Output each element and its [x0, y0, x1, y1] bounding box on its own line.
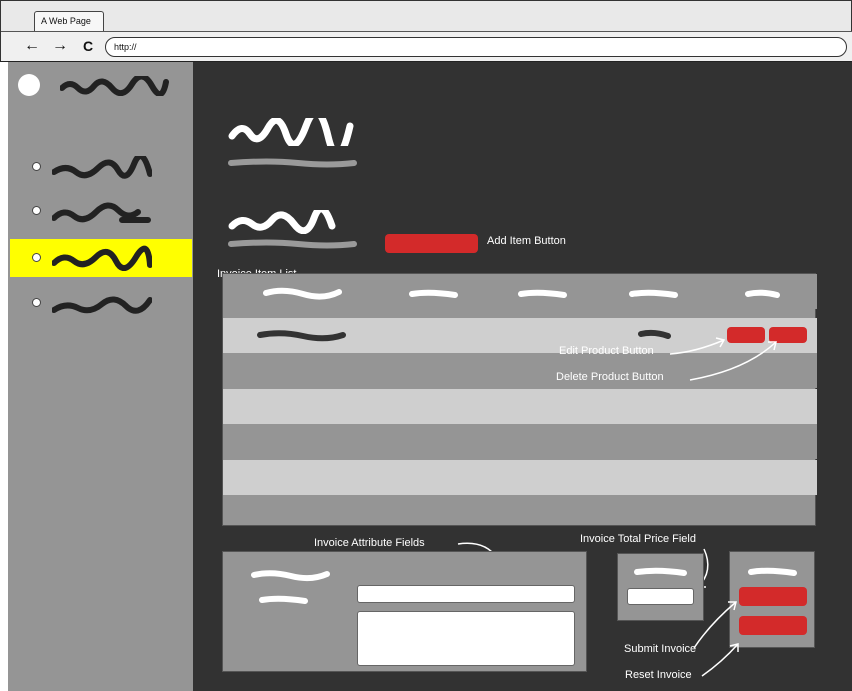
sidebar-item-4[interactable]	[10, 284, 192, 322]
annotation-arrows	[693, 601, 739, 677]
edit-product-button-annotation: Edit Product Button	[559, 345, 654, 357]
invoice-attribute-textarea[interactable]	[357, 611, 575, 666]
table-row[interactable]	[223, 460, 817, 495]
sidebar-item-label-scribble	[52, 296, 152, 314]
forward-arrow-icon[interactable]: →	[51, 36, 69, 56]
app-name-scribble	[60, 76, 169, 96]
reload-icon[interactable]: C	[79, 36, 97, 56]
sidebar-item-3[interactable]	[10, 239, 192, 277]
bullet-icon	[32, 253, 41, 262]
table-row[interactable]	[223, 424, 817, 459]
bullet-icon	[32, 206, 41, 215]
invoice-item-table	[222, 273, 817, 526]
browser-tab[interactable]: A Web Page	[34, 11, 104, 31]
sidebar-item-label-scribble	[52, 202, 151, 223]
section-heading-scribble	[228, 210, 336, 234]
invoice-attribute-panel	[222, 551, 587, 672]
column-header-scribble	[263, 287, 342, 300]
cell-scribble	[257, 330, 346, 342]
column-header-scribble	[518, 289, 567, 298]
reset-invoice-button[interactable]	[739, 616, 807, 635]
field-label-scribble	[634, 567, 687, 576]
submit-invoice-annotation: Submit Invoice	[624, 643, 697, 655]
logo-circle-icon	[18, 74, 40, 96]
sidebar-item-label-scribble	[52, 245, 152, 271]
table-row[interactable]	[223, 389, 817, 424]
submit-invoice-button[interactable]	[739, 587, 807, 606]
page-subtitle-scribble	[228, 158, 357, 168]
table-header-row	[223, 274, 817, 309]
column-header-scribble	[745, 289, 780, 298]
column-header-scribble	[629, 289, 678, 298]
address-bar[interactable]: http://	[105, 37, 847, 57]
sidebar-item-label-scribble	[52, 156, 152, 179]
back-arrow-icon[interactable]: ←	[23, 36, 41, 56]
annotation-arrows	[669, 337, 777, 381]
delete-product-button-annotation: Delete Product Button	[556, 371, 664, 383]
field-label-scribble	[259, 595, 308, 604]
reset-invoice-annotation: Reset Invoice	[625, 669, 692, 681]
sidebar-item-1[interactable]	[10, 148, 192, 186]
add-item-button-annotation: Add Item Button	[487, 235, 566, 247]
invoice-total-price-field-annotation: Invoice Total Price Field	[580, 533, 696, 545]
page-title-scribble	[228, 118, 354, 146]
invoice-total-price-field[interactable]	[627, 588, 694, 605]
field-label-scribble	[251, 570, 330, 582]
add-item-button[interactable]	[385, 234, 478, 253]
invoice-attribute-input[interactable]	[357, 585, 575, 603]
bullet-icon	[32, 298, 41, 307]
bullet-icon	[32, 162, 41, 171]
browser-toolbar: ← → C http://	[1, 31, 852, 61]
browser-window: A Web Page ← → C http://	[0, 0, 852, 62]
sidebar-item-2[interactable]	[10, 192, 192, 230]
section-subheading-scribble	[228, 239, 357, 249]
field-label-scribble	[748, 567, 797, 576]
column-header-scribble	[409, 289, 458, 298]
invoice-attribute-fields-annotation: Invoice Attribute Fields	[314, 537, 425, 549]
